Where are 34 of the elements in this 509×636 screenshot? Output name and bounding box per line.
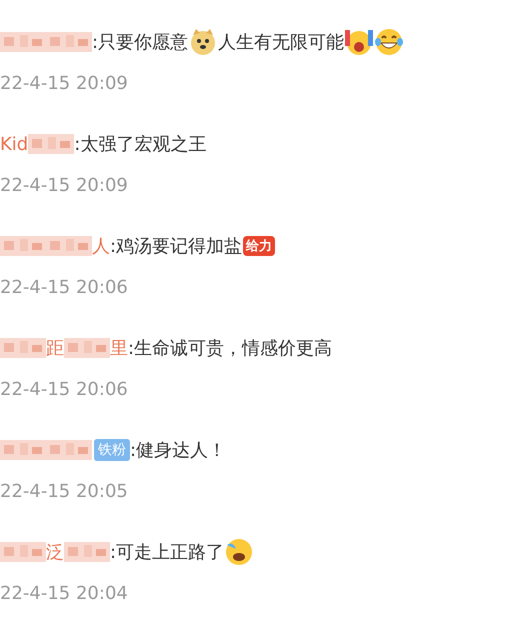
comment-text: :生命诚可贵，情感价更高	[128, 337, 332, 360]
username-fragment: 距	[46, 337, 64, 360]
comment-text: :健身达人！	[130, 439, 226, 462]
blurred-username	[0, 233, 46, 259]
comment-time: 22-4-15 20:05	[0, 480, 129, 504]
blurred-username	[46, 233, 92, 259]
comment-time: 22-4-15 20:06	[0, 378, 129, 402]
comment-text: :可走上正路了	[110, 541, 224, 564]
blurred-username	[0, 335, 46, 361]
blurred-username	[46, 437, 92, 463]
username-fragment: 里	[110, 337, 128, 360]
fan-badge: 铁粉	[94, 439, 130, 461]
laughing-tears-icon	[374, 27, 404, 57]
cheering-face-icon	[344, 27, 374, 57]
username-fragment: 人	[92, 235, 110, 258]
comment-text: 人生有无限可能	[218, 31, 344, 54]
username-fragment: 泛	[46, 541, 64, 564]
blurred-username	[64, 539, 110, 565]
crying-face-icon	[224, 537, 254, 567]
blurred-username	[28, 131, 74, 157]
comment-time: 22-4-15 20:06	[0, 276, 129, 300]
comment-text: :只要你愿意	[92, 31, 188, 54]
blurred-username	[0, 539, 46, 565]
comment-text: :鸡汤要记得加盐	[110, 235, 242, 258]
blurred-username	[0, 437, 46, 463]
blurred-username	[46, 29, 92, 55]
comment-time: 22-4-15 20:09	[0, 72, 129, 96]
blurred-username	[0, 29, 46, 55]
comment-text: :太强了宏观之王	[74, 133, 206, 156]
username-fragment: Kid	[0, 134, 28, 154]
comment-time: 22-4-15 20:09	[0, 174, 129, 198]
blurred-username	[64, 335, 110, 361]
comment-time: 22-4-15 20:04	[0, 582, 129, 606]
geili-sticker: 给力	[243, 236, 276, 256]
